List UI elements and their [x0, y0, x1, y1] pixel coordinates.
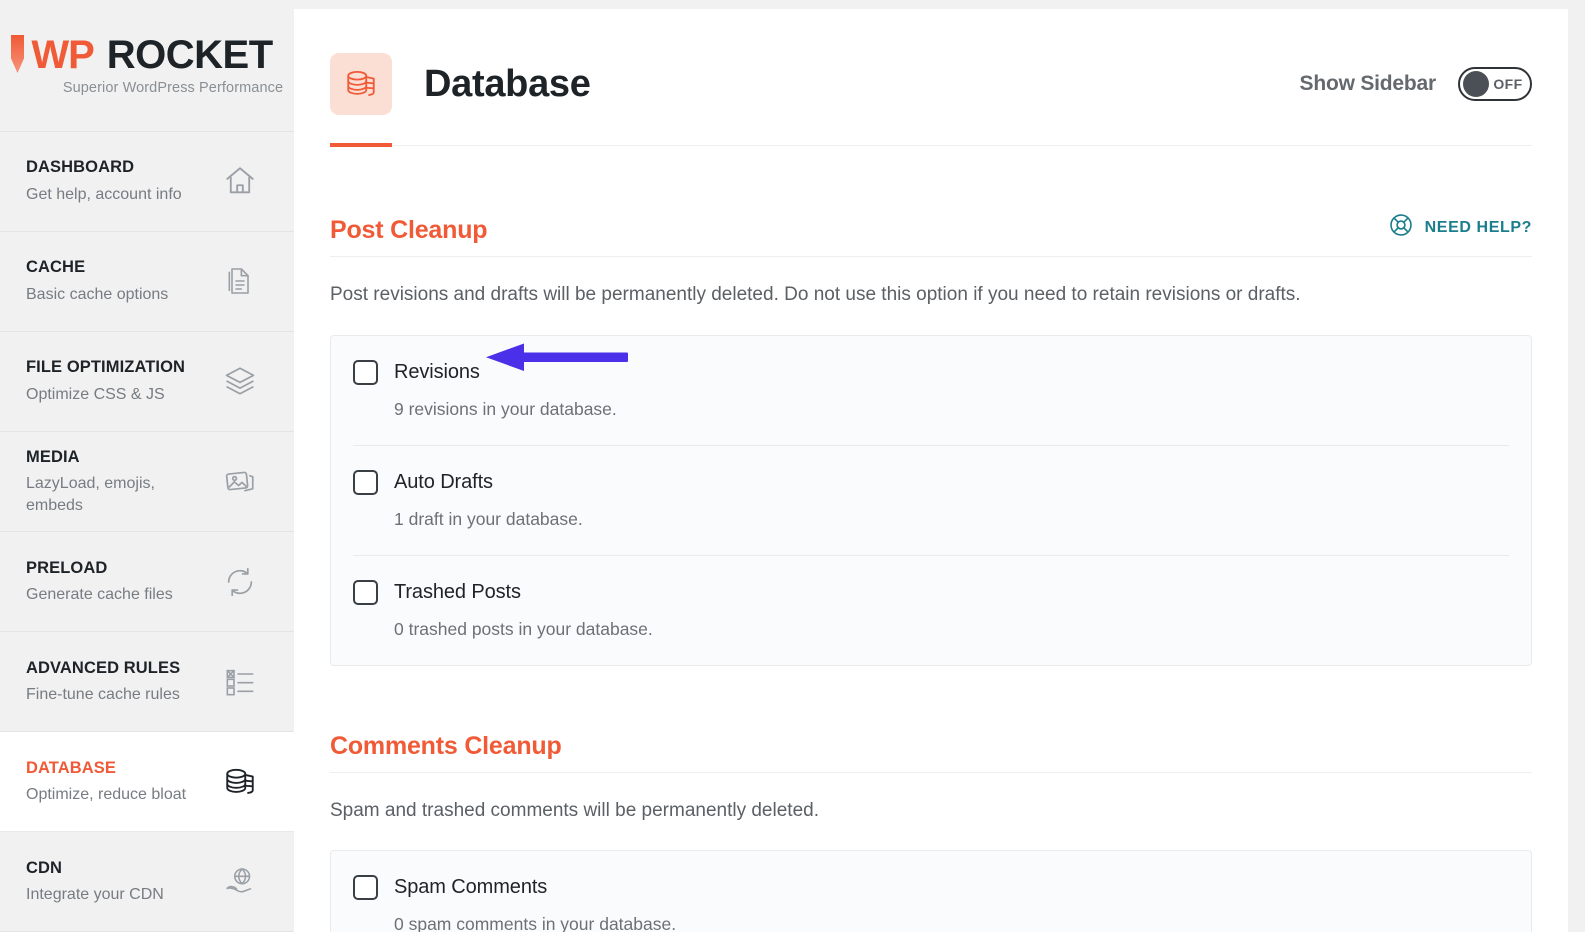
sidebar-item-subtitle: Get help, account info [26, 184, 182, 205]
database-icon [220, 762, 260, 802]
toggle-state-label: OFF [1489, 76, 1527, 92]
need-help-link[interactable]: NEED HELP? [1388, 212, 1532, 245]
sidebar-item-title: DASHBOARD [26, 157, 182, 178]
show-sidebar-toggle[interactable]: OFF [1458, 67, 1532, 101]
page-title: Database [424, 63, 591, 106]
brand-logo: WP ROCKET Superior WordPress Performance [0, 0, 294, 132]
need-help-label: NEED HELP? [1425, 219, 1532, 237]
sidebar-item-title: MEDIA [26, 447, 216, 468]
sidebar-item-file-optimization[interactable]: FILE OPTIMIZATION Optimize CSS & JS [0, 332, 294, 432]
option-sublabel: 9 revisions in your database. [394, 399, 1509, 420]
sidebar-item-subtitle: Basic cache options [26, 284, 168, 305]
checkbox-trashed-posts[interactable] [353, 580, 378, 605]
image-icon [220, 461, 260, 501]
sidebar-item-cdn[interactable]: CDN Integrate your CDN [0, 832, 294, 932]
show-sidebar-label: Show Sidebar [1300, 72, 1436, 96]
section-description: Post revisions and drafts will be perman… [330, 282, 1532, 309]
sidebar-item-database[interactable]: DATABASE Optimize, reduce bloat [0, 732, 294, 832]
main-content-wrapper: Database Show Sidebar OFF Post Cleanup [294, 0, 1585, 932]
refresh-icon [220, 562, 260, 602]
option-label: Auto Drafts [394, 471, 493, 494]
option-label: Trashed Posts [394, 581, 521, 604]
checklist-icon [220, 662, 260, 702]
section-post-cleanup: Post Cleanup NEED HELP? Post revisions a… [330, 212, 1532, 666]
sidebar-item-preload[interactable]: PRELOAD Generate cache files [0, 532, 294, 632]
sidebar-item-dashboard[interactable]: DASHBOARD Get help, account info [0, 132, 294, 232]
sidebar-item-title: FILE OPTIMIZATION [26, 357, 185, 378]
sidebar-item-media[interactable]: MEDIA LazyLoad, emojis, embeds [0, 432, 294, 533]
option-row-spam-comments: Spam Comments 0 spam comments in your da… [353, 851, 1509, 932]
sidebar-item-title: CACHE [26, 257, 168, 278]
section-description: Spam and trashed comments will be perman… [330, 798, 1532, 825]
home-icon [220, 161, 260, 201]
sidebar-item-advanced-rules[interactable]: ADVANCED RULES Fine-tune cache rules [0, 632, 294, 732]
database-icon [330, 53, 392, 115]
option-row-trashed-posts: Trashed Posts 0 trashed posts in your da… [353, 556, 1509, 665]
sidebar-item-title: DATABASE [26, 758, 186, 779]
layers-icon [220, 361, 260, 401]
sidebar-item-subtitle: Optimize CSS & JS [26, 384, 185, 405]
option-row-auto-drafts: Auto Drafts 1 draft in your database. [353, 446, 1509, 556]
page-header: Database Show Sidebar OFF [330, 9, 1532, 146]
lifebuoy-icon [1388, 212, 1414, 243]
toggle-knob [1463, 71, 1489, 97]
checkbox-spam-comments[interactable] [353, 875, 378, 900]
section-comments-cleanup: Comments Cleanup Spam and trashed commen… [330, 732, 1532, 932]
option-sublabel: 0 trashed posts in your database. [394, 619, 1509, 640]
rocket-flame-icon [11, 35, 24, 73]
sidebar-item-subtitle: Integrate your CDN [26, 884, 164, 905]
document-icon [220, 261, 260, 301]
section-title: Comments Cleanup [330, 732, 562, 761]
brand-rocket-text: ROCKET [107, 35, 273, 75]
section-title: Post Cleanup [330, 216, 487, 245]
sidebar-item-subtitle: LazyLoad, emojis, embeds [26, 473, 216, 515]
sidebar-item-title: CDN [26, 858, 164, 879]
sidebar: WP ROCKET Superior WordPress Performance… [0, 0, 294, 932]
settings-panel: Database Show Sidebar OFF Post Cleanup [294, 9, 1568, 932]
checkbox-auto-drafts[interactable] [353, 470, 378, 495]
checkbox-revisions[interactable] [353, 360, 378, 385]
brand-wp-text: WP [31, 35, 93, 75]
option-row-revisions: Revisions 9 revisions in your database. [353, 336, 1509, 446]
brand-tagline: Superior WordPress Performance [63, 80, 283, 96]
sidebar-item-title: PRELOAD [26, 558, 173, 579]
option-label: Revisions [394, 361, 480, 384]
cdn-globe-icon [220, 862, 260, 902]
sidebar-item-subtitle: Optimize, reduce bloat [26, 784, 186, 805]
header-spacer [330, 146, 1532, 212]
wp-rocket-settings-page: WP ROCKET Superior WordPress Performance… [0, 0, 1585, 932]
sidebar-item-subtitle: Fine-tune cache rules [26, 684, 180, 705]
option-label: Spam Comments [394, 876, 547, 899]
sidebar-item-cache[interactable]: CACHE Basic cache options [0, 232, 294, 332]
option-sublabel: 0 spam comments in your database. [394, 914, 1509, 932]
option-sublabel: 1 draft in your database. [394, 509, 1509, 530]
sidebar-item-subtitle: Generate cache files [26, 584, 173, 605]
post-cleanup-options: Revisions 9 revisions in your database. … [330, 335, 1532, 666]
sidebar-item-title: ADVANCED RULES [26, 658, 180, 679]
section-spacer [330, 666, 1532, 732]
comments-cleanup-options: Spam Comments 0 spam comments in your da… [330, 850, 1532, 932]
